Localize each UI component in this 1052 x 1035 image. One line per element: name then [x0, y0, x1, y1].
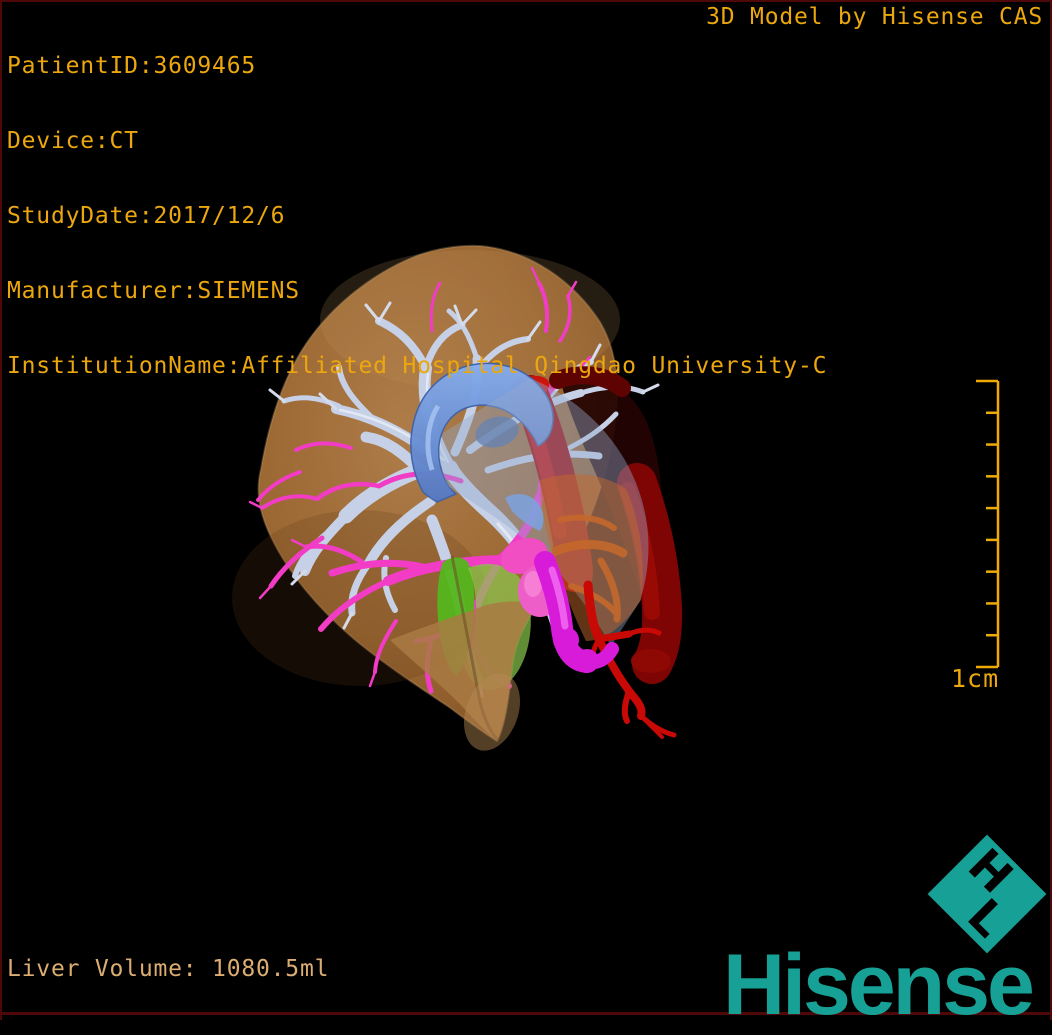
- patient-info-overlay: PatientID:3609465 Device:CT StudyDate:20…: [7, 4, 827, 404]
- scale-bar-ruler: [976, 379, 1000, 669]
- manufacturer: Manufacturer:SIEMENS: [7, 278, 300, 304]
- liver-volume-readout: Liver Volume: 1080.5ml: [7, 956, 330, 982]
- patient-id: PatientID:3609465: [7, 53, 257, 79]
- cas-3d-view-window: { "header": { "patient": { "patient_id":…: [0, 0, 1052, 1033]
- hisense-wordmark: Hisense: [723, 937, 1035, 1033]
- window-border-top: [0, 0, 1052, 2]
- institution-name: InstitutionName:Affiliated Hospital Qing…: [7, 353, 828, 379]
- scale-bar-label: 1cm: [951, 664, 1000, 693]
- scale-bar: [954, 376, 1014, 676]
- view-title: 3D Model by Hisense CAS: [706, 4, 1043, 30]
- window-border-left: [0, 0, 2, 1020]
- study-date: StudyDate:2017/12/6: [7, 203, 286, 229]
- device: Device:CT: [7, 128, 139, 154]
